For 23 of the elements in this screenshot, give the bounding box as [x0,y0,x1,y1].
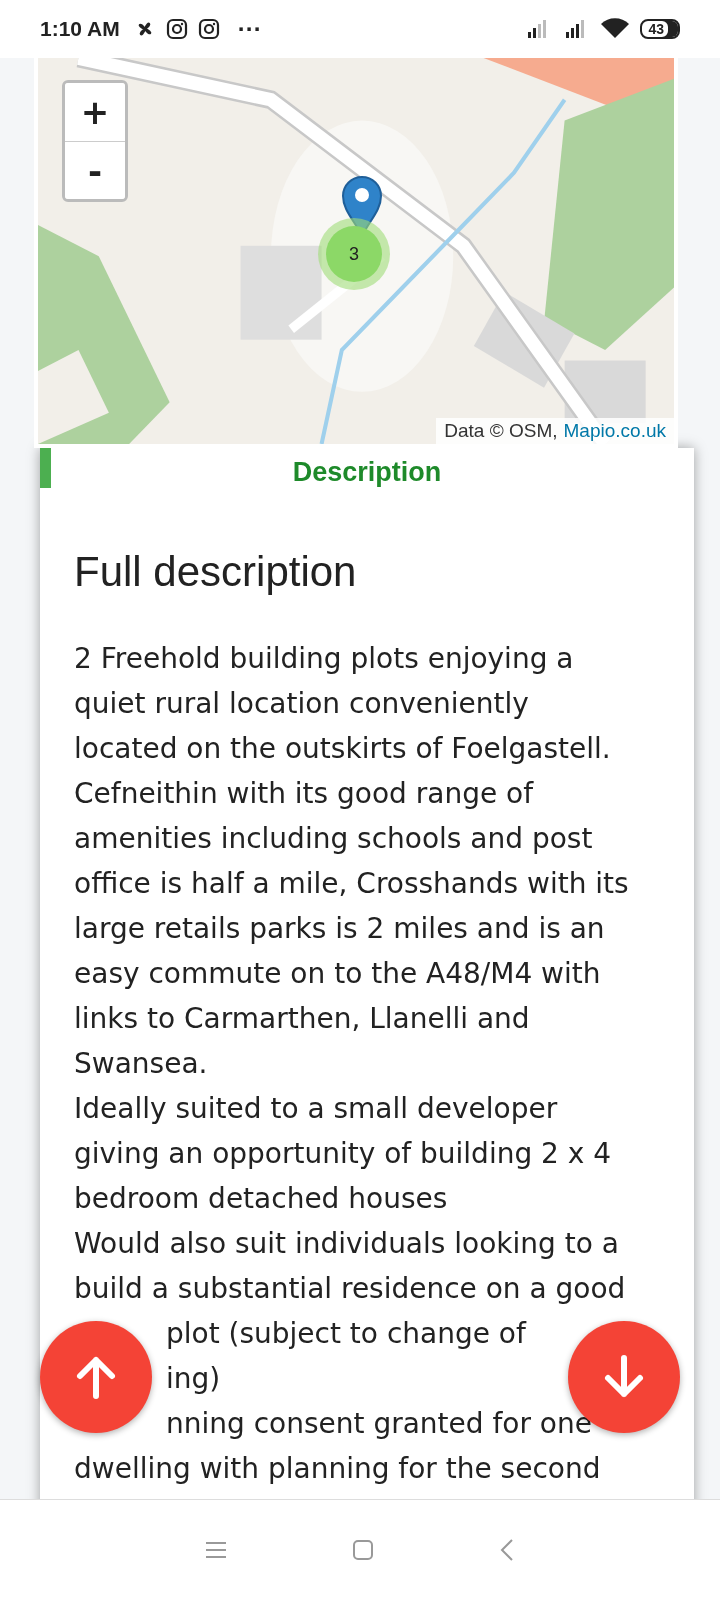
zoom-in-button[interactable]: + [65,83,125,141]
description-paragraph: Ideally suited to a small developer giving an opportunity of building 2 x 4 bedroom detached houses [74,1091,613,1217]
home-square-icon[interactable] [352,1539,374,1561]
description-text: plot (subject to change of [166,1316,526,1352]
description-text: nning consent granted for one [166,1406,592,1442]
tab-indicator [40,448,51,488]
section-heading: Full description [74,548,358,596]
battery-indicator: 43 [640,19,680,39]
description-tab[interactable]: Description [292,456,442,488]
back-icon[interactable] [499,1538,515,1562]
description-text: ing) [166,1361,221,1397]
wifi-icon [600,18,631,40]
more-indicator: ··· [237,15,262,43]
attribution-text: Data © OSM, [444,420,558,442]
camera-icon [165,18,188,40]
description-paragraph: 2 Freehold building plots enjoying a quiet rural location conveniently located on the outskirts of Foelgastell. Cefneithin with its good range of amenities including schools and post office is half a mile, Crosshands with its large retails parks is 2 miles and is an easy commute on to the A48/M4 with links to Carmarthen, Llanelli and Swansea. [74,641,630,1082]
description-paragraph: dwelling with planning for the second [74,1451,602,1487]
menu-icon[interactable] [205,1540,227,1560]
status-time: 1:10 AM [40,17,120,41]
zoom-out-button[interactable]: - [65,141,125,199]
attribution-link[interactable]: Mapio.co.uk [563,420,666,442]
marker-cluster[interactable]: 3 [318,218,390,290]
camera-icon [197,18,220,40]
